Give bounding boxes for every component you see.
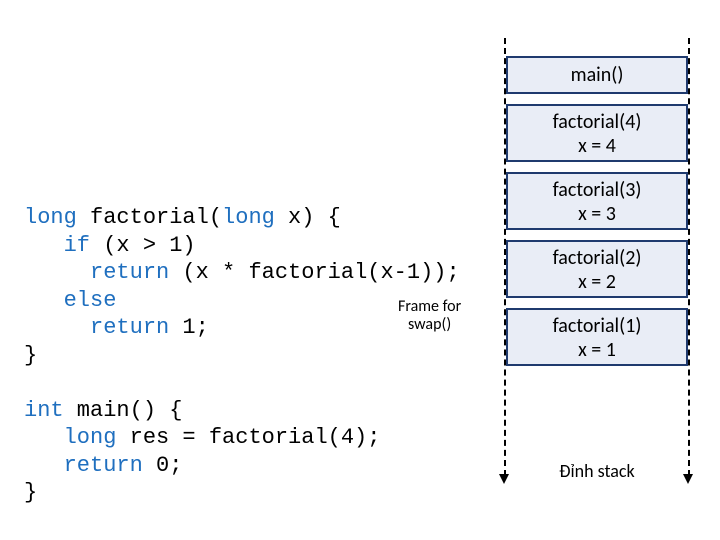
kw-int: int	[24, 398, 64, 423]
frame-var: x = 3	[508, 202, 686, 226]
call-stack: main() factorial(4) x = 4 factorial(3) x…	[506, 56, 688, 366]
kw-return-2: return	[90, 315, 169, 340]
frame-label: main()	[571, 63, 624, 87]
frame-label: factorial(1)	[553, 314, 642, 338]
stack-frame-main: main()	[506, 56, 688, 94]
frame-label: factorial(2)	[553, 246, 642, 270]
kw-return-1: return	[90, 260, 169, 285]
stack-guide-right	[688, 38, 690, 476]
annot-line2: swap()	[408, 315, 451, 334]
frame-annotation: Frame for swap()	[398, 298, 461, 335]
kw-return-3: return	[64, 453, 143, 478]
stack-frame-f2: factorial(2) x = 2	[506, 240, 688, 298]
frame-label: factorial(3)	[553, 178, 642, 202]
code-listing: long factorial(long x) { if (x > 1) retu…	[24, 204, 460, 507]
kw-else: else	[64, 288, 117, 313]
frame-var: x = 2	[508, 270, 686, 294]
stack-frame-f1: factorial(1) x = 1	[506, 308, 688, 366]
stack-frame-f3: factorial(3) x = 3	[506, 172, 688, 230]
stack-bottom-label: Đỉnh stack	[506, 460, 688, 482]
frame-var: x = 1	[508, 338, 686, 362]
kw-long: long	[24, 205, 77, 230]
annot-line1: Frame for	[398, 297, 461, 316]
frame-var: x = 4	[508, 134, 686, 158]
kw-long-res: long	[64, 425, 117, 450]
kw-if: if	[64, 233, 90, 258]
frame-label: factorial(4)	[553, 110, 642, 134]
stack-frame-f4: factorial(4) x = 4	[506, 104, 688, 162]
kw-long-param: long	[222, 205, 275, 230]
